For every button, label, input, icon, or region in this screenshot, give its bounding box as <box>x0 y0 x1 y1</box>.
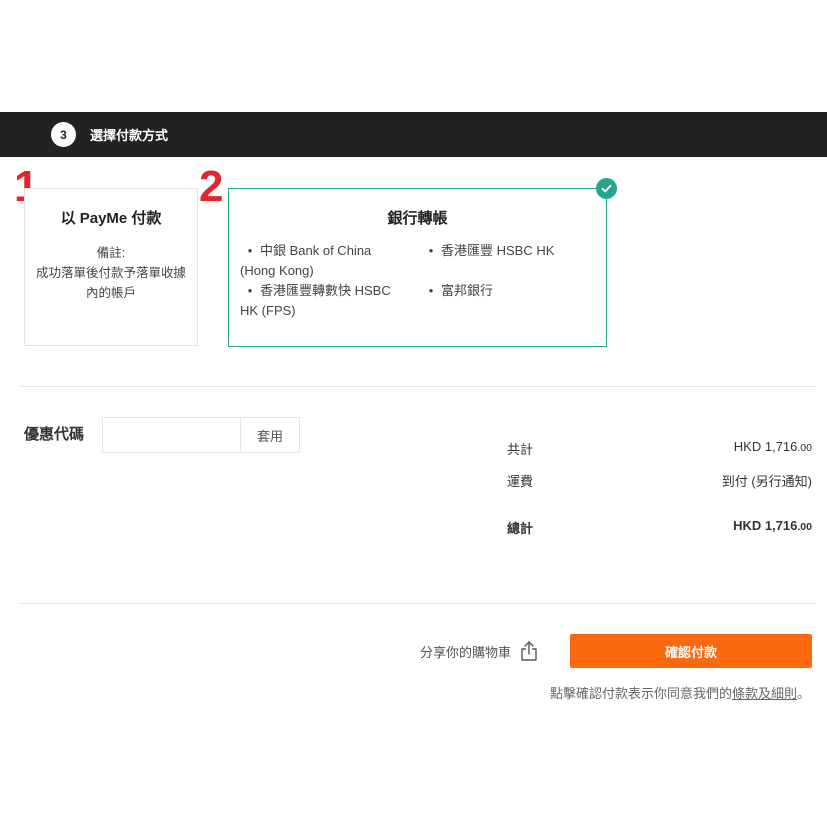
note-text: 成功落單後付款予落單收據內的帳戶 <box>35 266 186 300</box>
checkout-step-bar: 3 選擇付款方式 <box>0 112 827 157</box>
payment-option-title: 以 PayMe 付款 <box>60 210 162 227</box>
share-icon <box>521 641 537 661</box>
promo-apply-button[interactable]: 套用 <box>240 417 300 453</box>
check-icon <box>596 178 617 199</box>
note-label: 備註: <box>96 246 126 260</box>
share-cart-button[interactable]: 分享你的購物車 <box>420 640 538 662</box>
total-label: 總計 <box>507 521 534 536</box>
bank-list-item: • 香港匯豐轉數快 HSBC HK (FPS) <box>240 283 391 318</box>
subtotal-value: HKD 1,716.00 <box>733 439 812 454</box>
shipping-value: 到付 (另行通知) <box>721 474 812 489</box>
section-divider <box>20 603 816 604</box>
section-divider <box>20 386 816 387</box>
total-value: HKD 1,716.00 <box>733 518 812 533</box>
payment-option-title: 銀行轉帳 <box>387 210 448 227</box>
bank-list-item: • 中銀 Bank of China (Hong Kong) <box>240 243 372 278</box>
step-title: 選擇付款方式 <box>90 128 169 143</box>
bank-list-item: • 富邦銀行 <box>428 283 494 298</box>
promo-code-input[interactable] <box>102 417 240 453</box>
promo-code-label: 優惠代碼 <box>24 426 85 443</box>
shipping-label: 運費 <box>507 474 534 489</box>
annotation-number-2: 2 <box>199 162 224 211</box>
payment-option-note: 備註: 成功落單後付款予落單收據內的帳戶 <box>31 243 191 303</box>
terms-link[interactable]: 條款及細則 <box>732 686 797 701</box>
summary-shipping-row: 運費 到付 (另行通知) <box>507 471 812 491</box>
subtotal-label: 共計 <box>507 442 534 457</box>
bank-list-item: • 香港匯豐 HSBC HK <box>428 243 555 258</box>
payment-option-bank-transfer[interactable]: 銀行轉帳 • 中銀 Bank of China (Hong Kong) • 香港匯豐… <box>228 188 607 347</box>
summary-subtotal-row: 共計 HKD 1,716.00 <box>507 439 812 459</box>
share-cart-label: 分享你的購物車 <box>420 644 512 660</box>
payment-option-payme[interactable]: 以 PayMe 付款 備註: 成功落單後付款予落單收據內的帳戶 <box>24 188 198 346</box>
step-number-badge: 3 <box>51 122 76 147</box>
summary-total-row: 總計 HKD 1,716.00 <box>507 518 812 538</box>
terms-notice: 點擊確認付款表示你同意我們的條款及細則。 <box>549 686 810 701</box>
confirm-payment-button[interactable]: 確認付款 <box>570 634 812 668</box>
